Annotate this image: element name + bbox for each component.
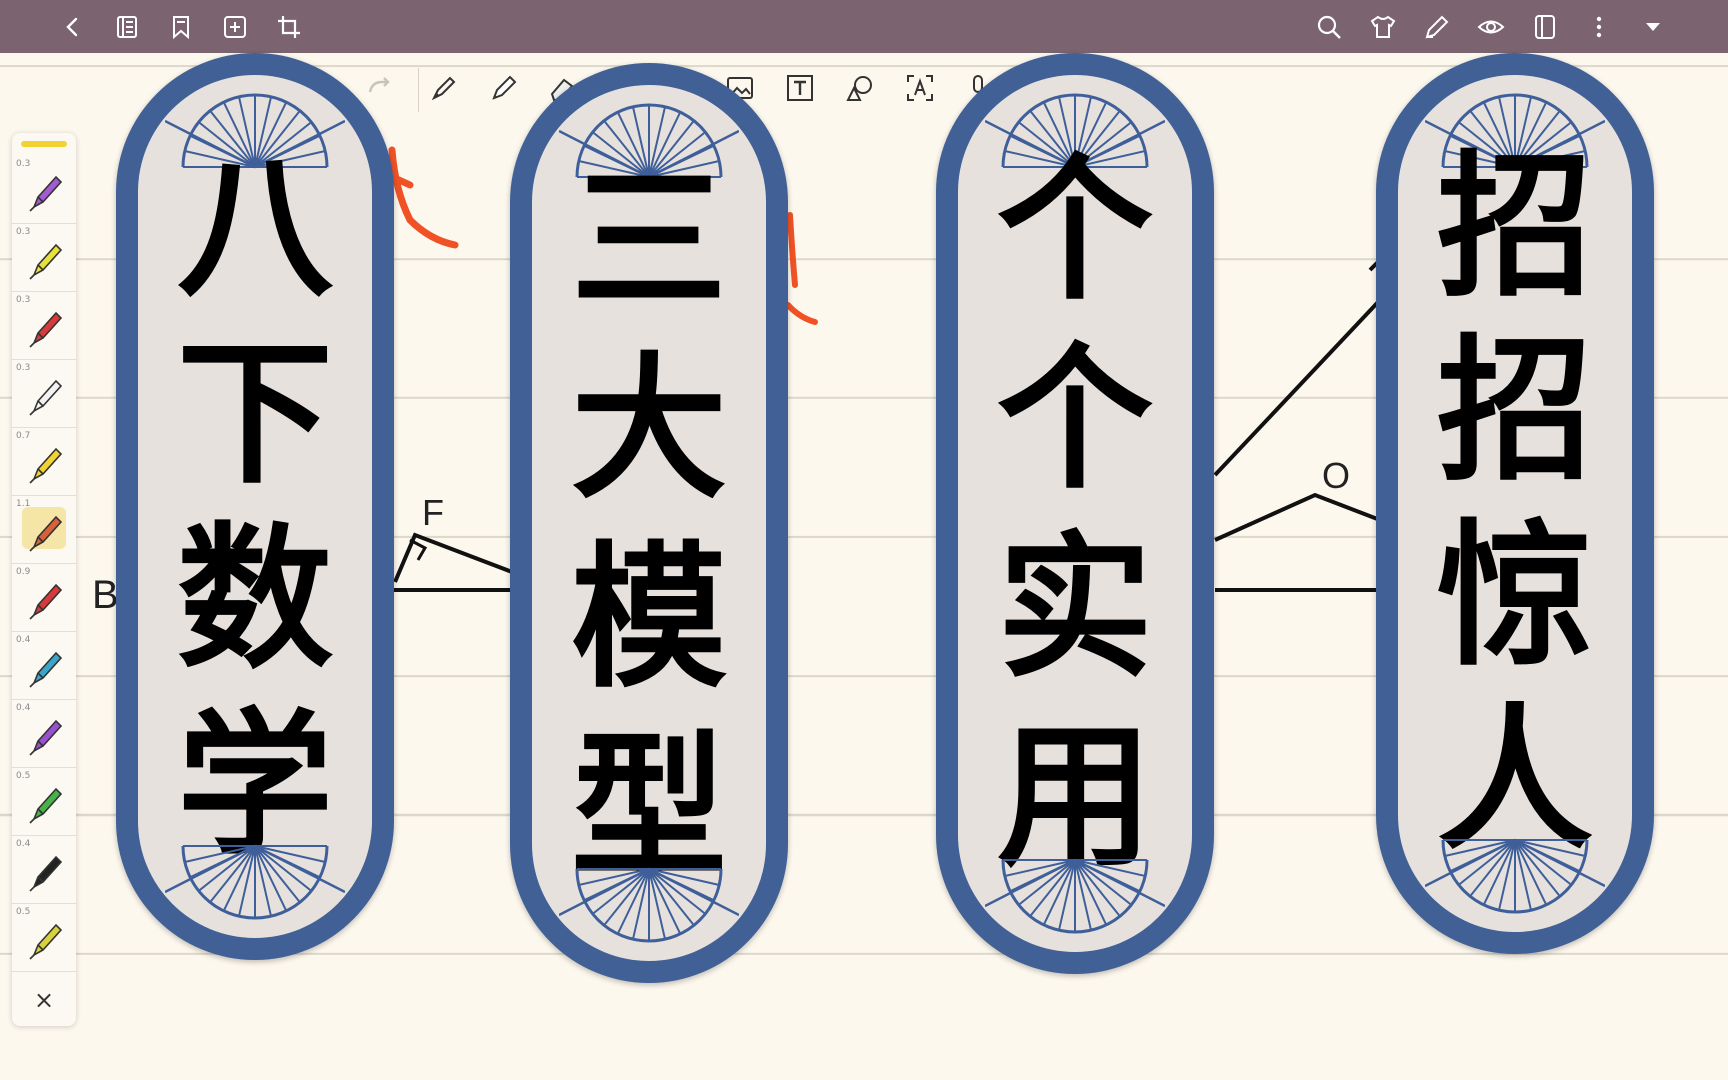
top-bar [0, 0, 1728, 53]
ballpoint-icon [29, 855, 63, 892]
fineliner-icon [29, 175, 63, 212]
pen-size-label: 0.5 [16, 907, 31, 917]
banner-char: 数 [177, 507, 333, 691]
pen-size-label: 0.4 [16, 703, 31, 713]
pen-slot[interactable]: 1.1 [12, 495, 76, 564]
banner-3: 个 个 实 用 [936, 53, 1214, 974]
redo-icon[interactable] [360, 70, 396, 106]
pen-size-label: 0.3 [16, 227, 31, 237]
ballpoint-icon [29, 923, 63, 960]
banner-inner: 八 下 数 学 [138, 75, 372, 938]
banner-char: 惊 [1437, 503, 1593, 687]
fineliner-icon [29, 379, 63, 416]
fountain-pen-icon[interactable] [486, 70, 522, 106]
pen-size-label: 0.4 [16, 839, 31, 849]
dropdown-icon[interactable] [1638, 12, 1668, 42]
point-label-o: O [1322, 455, 1350, 496]
pen-slot[interactable]: 0.5 [12, 767, 76, 836]
pen-palette: 0.3 0.3 0.3 0.3 0.7 1.1 0.9 0.4 0.4 0.5 0.4 0.5 × [12, 133, 76, 1026]
banner-text: 招 招 惊 人 [1398, 135, 1632, 872]
fan-ornament-icon [985, 858, 1165, 934]
palette-color-indicator [21, 141, 67, 147]
fan-ornament-icon [1425, 838, 1605, 914]
pen-slot[interactable]: 0.5 [12, 903, 76, 972]
banner-char: 模 [571, 525, 727, 709]
banner-4: 招 招 惊 人 [1376, 53, 1654, 954]
banner-char: 八 [177, 135, 333, 319]
banner-char: 个 [997, 137, 1153, 321]
add-page-icon[interactable] [220, 12, 250, 42]
highlighter-icon [29, 447, 63, 484]
ballpoint-icon [29, 787, 63, 824]
banner-inner: 招 招 惊 人 [1398, 75, 1632, 932]
fan-ornament-icon [165, 844, 345, 920]
banner-char: 用 [997, 705, 1153, 889]
banner-text: 八 下 数 学 [138, 135, 372, 878]
toolbar-divider [418, 68, 419, 112]
pen-slot[interactable]: 0.7 [12, 427, 76, 496]
pen-size-label: 0.3 [16, 159, 31, 169]
banner-text: 三 大 模 型 [532, 145, 766, 901]
banner-inner: 三 大 模 型 [532, 85, 766, 961]
banner-char: 个 [997, 326, 1153, 510]
banner-char: 实 [997, 516, 1153, 700]
banner-char: 招 [1437, 135, 1593, 319]
brush-pen-icon [29, 515, 63, 552]
pen-slot[interactable]: 0.3 [12, 291, 76, 360]
pen-slot[interactable]: 0.3 [12, 223, 76, 292]
ballpoint-icon [29, 719, 63, 756]
point-label-b: B [92, 573, 119, 617]
pen-size-label: 0.4 [16, 635, 31, 645]
close-palette-button[interactable]: × [12, 980, 76, 1020]
back-icon[interactable] [58, 12, 88, 42]
banner-text: 个 个 实 用 [958, 135, 1192, 892]
pen-size-label: 0.7 [16, 431, 31, 441]
ballpoint-icon [29, 583, 63, 620]
banner-2: 三 大 模 型 [510, 63, 788, 983]
banner-inner: 个 个 实 用 [958, 75, 1192, 952]
banner-char: 人 [1437, 687, 1593, 871]
pen-size-label: 1.1 [16, 499, 31, 509]
pen-slot[interactable]: 0.3 [12, 359, 76, 428]
banner-char: 下 [177, 321, 333, 505]
red-stroke [388, 146, 459, 249]
shape-icon[interactable] [842, 70, 878, 106]
page-view-icon[interactable] [1530, 12, 1560, 42]
banner-char: 三 [571, 147, 727, 331]
pen-mode-icon[interactable] [1422, 12, 1452, 42]
fineliner-icon [29, 243, 63, 280]
crop-icon[interactable] [274, 12, 304, 42]
search-icon[interactable] [1314, 12, 1344, 42]
ballpoint-icon [29, 651, 63, 688]
pen-slot[interactable]: 0.9 [12, 563, 76, 632]
red-stroke [785, 302, 818, 325]
text-recognition-icon[interactable] [902, 70, 938, 106]
pen-slot[interactable]: 0.3 [12, 155, 76, 224]
point-label-f: F [422, 492, 444, 533]
geometry-line [1213, 298, 1382, 477]
pen-size-label: 0.3 [16, 295, 31, 305]
outline-icon[interactable] [112, 12, 142, 42]
pen-size-label: 0.3 [16, 363, 31, 373]
banner-char: 招 [1437, 319, 1593, 503]
bookmark-icon[interactable] [166, 12, 196, 42]
shirt-icon[interactable] [1368, 12, 1398, 42]
text-box-icon[interactable] [782, 70, 818, 106]
pen-size-label: 0.9 [16, 567, 31, 577]
fan-ornament-icon [559, 867, 739, 943]
banner-char: 大 [571, 336, 727, 520]
pen-slot[interactable]: 0.4 [12, 835, 76, 904]
pen-slot[interactable]: 0.4 [12, 631, 76, 700]
banner-1: 八 下 数 学 [116, 53, 394, 960]
pen-size-label: 0.5 [16, 771, 31, 781]
pen-tool-icon[interactable] [426, 70, 462, 106]
geometry-line [1214, 492, 1381, 542]
pen-slot[interactable]: 0.4 [12, 699, 76, 768]
more-icon[interactable] [1584, 12, 1614, 42]
banner-char: 学 [177, 693, 333, 877]
red-stroke [787, 212, 798, 288]
fineliner-icon [29, 311, 63, 348]
eye-icon[interactable] [1476, 12, 1506, 42]
banner-char: 型 [571, 714, 727, 898]
